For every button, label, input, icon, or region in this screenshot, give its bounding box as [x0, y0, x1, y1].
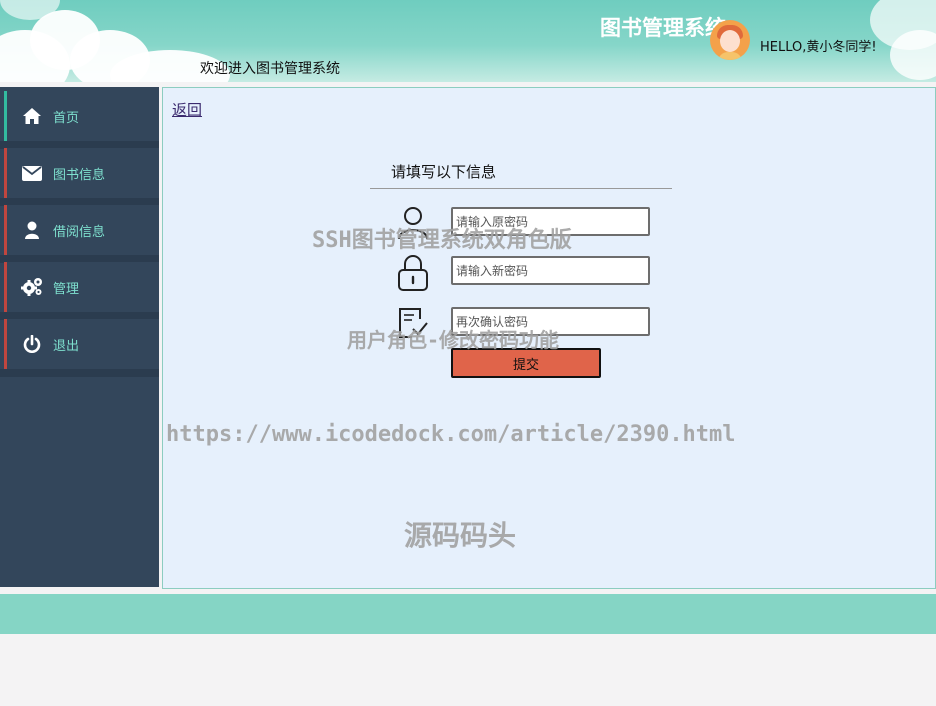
- sidebar-item-label: 借阅信息: [53, 224, 106, 240]
- app-title: 图书管理系统: [600, 16, 726, 40]
- form-divider: [370, 188, 672, 189]
- welcome-text: 欢迎进入图书管理系统: [200, 61, 340, 77]
- cloud-decoration: [890, 30, 936, 80]
- back-link[interactable]: 返回: [172, 99, 202, 120]
- sidebar-item-home[interactable]: 首页: [4, 91, 159, 141]
- watermark-text: SSH图书管理系统双角色版: [312, 228, 572, 253]
- sidebar-divider: [0, 369, 159, 377]
- form-title: 请填写以下信息: [391, 163, 497, 181]
- avatar: [710, 20, 750, 60]
- user-greeting: HELLO,黄小冬同学!: [760, 40, 877, 55]
- sidebar-item-borrow-info[interactable]: 借阅信息: [4, 205, 159, 255]
- sidebar-item-manage[interactable]: 管理: [4, 262, 159, 312]
- header-bar: 图书管理系统 欢迎进入图书管理系统 HELLO,黄小冬同学!: [0, 0, 936, 82]
- lock-icon: [396, 254, 430, 291]
- sidebar-item-label: 退出: [53, 338, 80, 354]
- footer-bar: [0, 594, 936, 634]
- user-icon: [21, 219, 43, 241]
- watermark-text: 用户角色-修改密码功能: [347, 328, 560, 352]
- watermark-text: 源码码头: [404, 519, 517, 552]
- power-icon: [21, 333, 43, 355]
- sidebar: 首页 图书信息 借阅信息 管理 退出: [0, 87, 159, 587]
- gears-icon: [21, 276, 43, 298]
- sidebar-item-label: 图书信息: [53, 167, 106, 183]
- sidebar-item-label: 管理: [53, 281, 80, 297]
- watermark-url: https://www.icodedock.com/article/2390.h…: [166, 422, 736, 447]
- home-icon: [21, 105, 43, 127]
- envelope-icon: [21, 162, 43, 184]
- sidebar-item-label: 首页: [53, 110, 80, 126]
- sidebar-item-logout[interactable]: 退出: [4, 319, 159, 369]
- sidebar-item-book-info[interactable]: 图书信息: [4, 148, 159, 198]
- new-password-field[interactable]: [451, 256, 650, 285]
